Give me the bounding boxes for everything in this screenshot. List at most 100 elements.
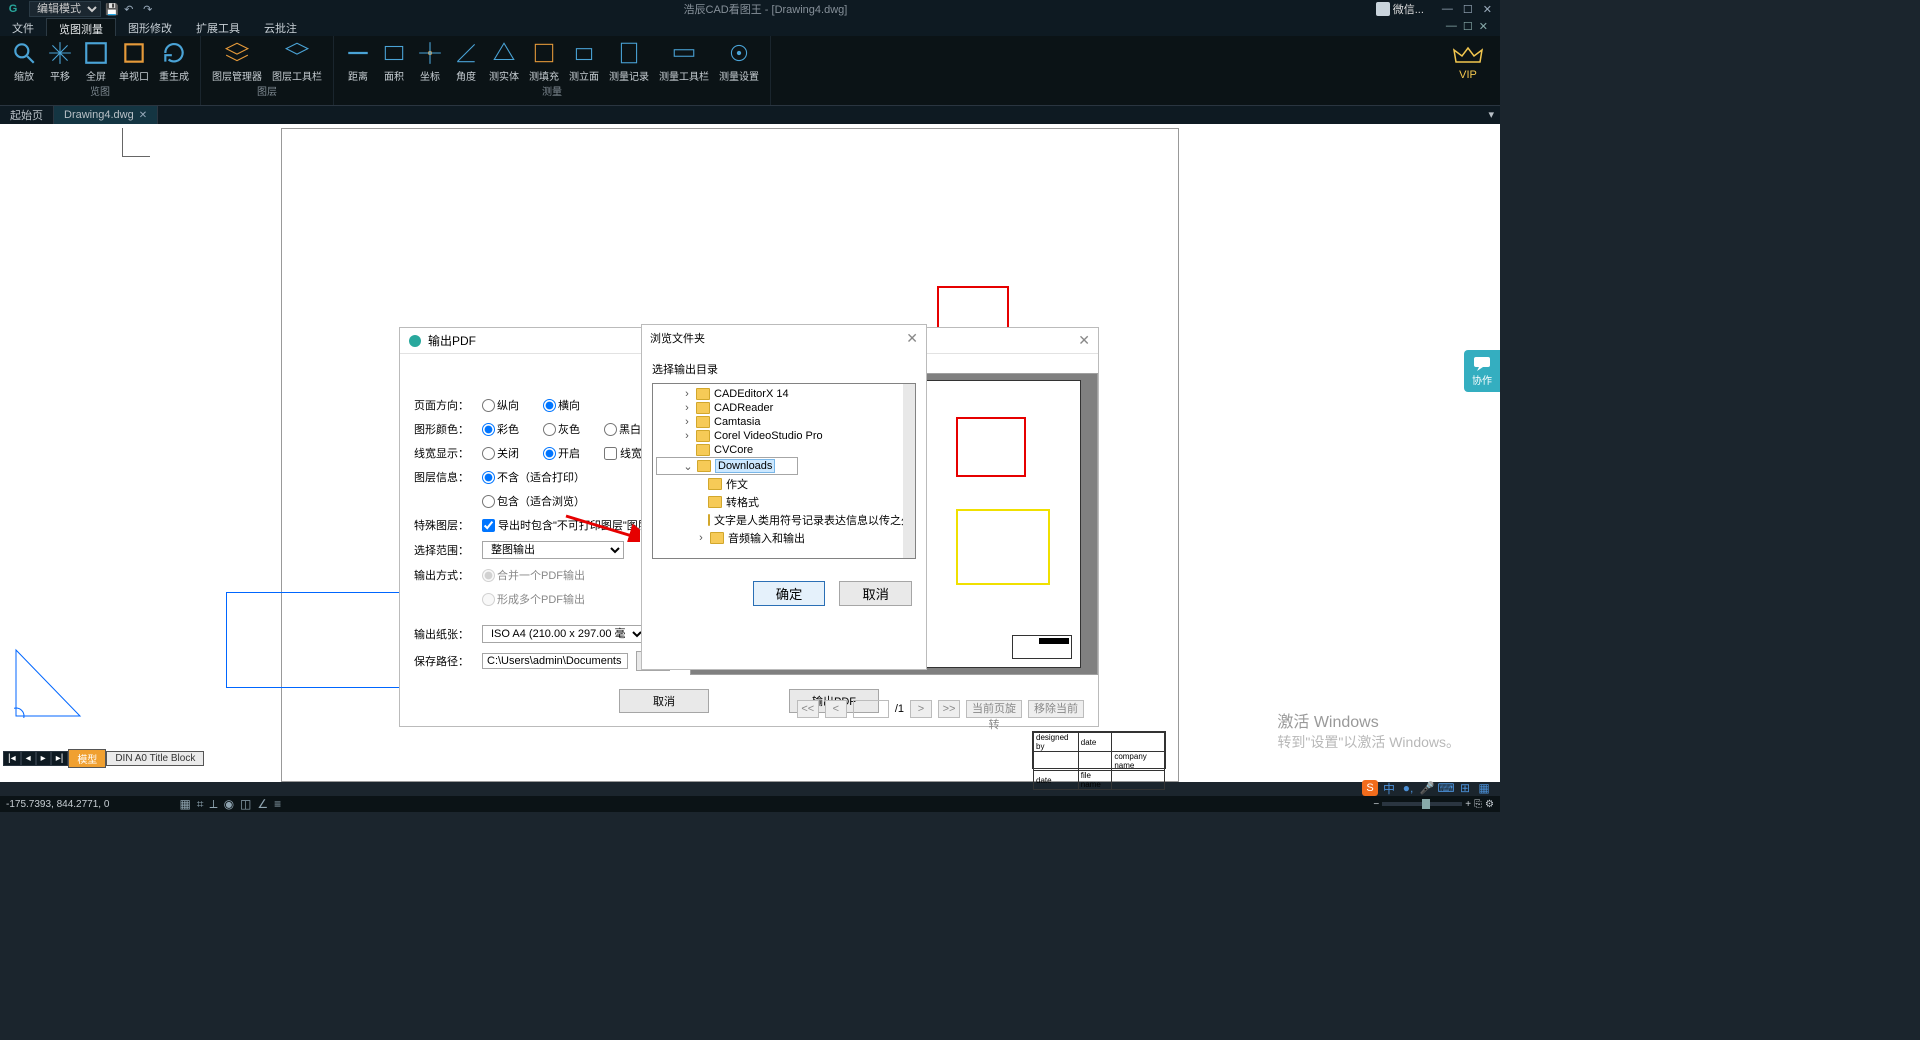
snap-icon[interactable]: ⌗: [197, 797, 204, 812]
tree-item-selected[interactable]: ⌄Downloads: [656, 457, 798, 475]
measure-toolbar-button[interactable]: 测量工具栏: [654, 40, 714, 83]
lw-icon[interactable]: ≡: [274, 797, 281, 812]
ortho-icon[interactable]: ⟂: [210, 797, 218, 812]
range-select[interactable]: 整图输出: [482, 541, 624, 559]
tab-start[interactable]: 起始页: [0, 106, 54, 124]
ime-keyboard-icon[interactable]: ⌨: [1438, 780, 1454, 796]
radio-color[interactable]: 彩色: [482, 421, 519, 437]
tree-item[interactable]: ›CADReader: [656, 401, 912, 415]
radio-layer-exclude[interactable]: 不含（适合打印）: [482, 469, 585, 485]
tab-close-icon[interactable]: ✕: [139, 110, 147, 121]
model-tab[interactable]: 模型: [68, 749, 106, 768]
remove-button[interactable]: 移除当前: [1028, 700, 1084, 718]
zoom-slider[interactable]: [1382, 802, 1462, 806]
grid-icon[interactable]: ▦: [179, 797, 190, 812]
browse-titlebar[interactable]: 浏览文件夹 ✕: [642, 325, 926, 351]
ime-chinese[interactable]: 中: [1381, 780, 1397, 796]
measure-settings-button[interactable]: 测量设置: [714, 40, 764, 83]
last-layout-icon[interactable]: ▸|: [51, 751, 69, 766]
tree-item[interactable]: CVCore: [656, 443, 912, 457]
menu-view[interactable]: 览图测量: [46, 18, 116, 36]
osnap-icon[interactable]: ◫: [240, 797, 251, 812]
radio-layer-include[interactable]: 包含（适合浏览）: [482, 493, 585, 509]
undo-icon[interactable]: ↶: [124, 3, 136, 15]
menu-cloud[interactable]: 云批注: [252, 18, 309, 36]
browse-cancel-button[interactable]: 取消: [839, 581, 912, 606]
save-icon[interactable]: 💾: [105, 3, 117, 15]
tree-item[interactable]: ›Corel VideoStudio Pro: [656, 429, 912, 443]
mode-select[interactable]: 编辑模式: [29, 1, 101, 17]
ime-menu-icon[interactable]: ⊞: [1457, 780, 1473, 796]
last-page-button[interactable]: >>: [938, 700, 960, 718]
layout-tab[interactable]: DIN A0 Title Block: [106, 751, 204, 766]
tree-item[interactable]: ›Camtasia: [656, 415, 912, 429]
next-page-button[interactable]: >: [910, 700, 932, 718]
regen-button[interactable]: 重生成: [154, 40, 194, 83]
mdi-close-icon[interactable]: ✕: [1479, 20, 1488, 34]
menu-edit[interactable]: 图形修改: [116, 18, 184, 36]
radio-landscape[interactable]: 横向: [543, 397, 580, 413]
radio-merge[interactable]: 合并一个PDF输出: [482, 567, 585, 583]
prev-page-button[interactable]: <: [825, 700, 847, 718]
drawing-canvas[interactable]: designed bydate company name datefile na…: [0, 124, 1500, 782]
mdi-max-icon[interactable]: ☐: [1463, 20, 1473, 34]
tree-item[interactable]: ›音频输入和输出: [656, 529, 912, 547]
radio-lw-off[interactable]: 关闭: [482, 445, 519, 461]
menu-ext[interactable]: 扩展工具: [184, 18, 252, 36]
collab-floater[interactable]: 协作: [1464, 350, 1500, 392]
angle-button[interactable]: 角度: [448, 40, 484, 83]
vip-badge[interactable]: VIP: [1436, 36, 1500, 105]
distance-button[interactable]: 距离: [340, 40, 376, 83]
layer-toolbar-button[interactable]: 图层工具栏: [267, 40, 327, 83]
measure-entity-button[interactable]: 测实体: [484, 40, 524, 83]
measure-elev-button[interactable]: 测立面: [564, 40, 604, 83]
viewport-button[interactable]: 单视口: [114, 40, 154, 83]
fullscreen-button[interactable]: 全屏: [78, 40, 114, 83]
cancel-button[interactable]: 取消: [619, 689, 709, 713]
folder-tree[interactable]: ›CADEditorX 14 ›CADReader ›Camtasia ›Cor…: [652, 383, 916, 559]
tree-item[interactable]: ›CADEditorX 14: [656, 387, 912, 401]
measure-hatch-button[interactable]: 测填充: [524, 40, 564, 83]
zoom-out-icon[interactable]: −: [1373, 799, 1379, 810]
ime-punct[interactable]: ●,: [1400, 780, 1416, 796]
first-layout-icon[interactable]: |◂: [3, 751, 21, 766]
dialog-close-icon[interactable]: ✕: [1078, 332, 1090, 349]
check-special-layer[interactable]: 导出时包含"不可打印图层"图层: [482, 517, 649, 533]
tree-item[interactable]: 转格式: [656, 493, 912, 511]
page-input[interactable]: [853, 700, 889, 718]
radio-split[interactable]: 形成多个PDF输出: [482, 591, 585, 607]
annotation-scale-icon[interactable]: ⎘: [1474, 799, 1482, 810]
sogou-icon[interactable]: S: [1362, 780, 1378, 796]
radio-gray[interactable]: 灰色: [543, 421, 580, 437]
ime-grid-icon[interactable]: ▦: [1476, 780, 1492, 796]
path-input[interactable]: [482, 653, 628, 669]
tab-drawing[interactable]: Drawing4.dwg✕: [54, 106, 158, 124]
tree-item[interactable]: 作文: [656, 475, 912, 493]
redo-icon[interactable]: ↷: [143, 3, 155, 15]
pan-button[interactable]: 平移: [42, 40, 78, 83]
coord-button[interactable]: 坐标: [412, 40, 448, 83]
rotate-button[interactable]: 当前页旋转: [966, 700, 1022, 718]
maximize-icon[interactable]: ☐: [1463, 3, 1473, 16]
radio-portrait[interactable]: 纵向: [482, 397, 519, 413]
next-layout-icon[interactable]: ▸: [36, 751, 51, 766]
close-icon[interactable]: ✕: [1483, 3, 1492, 16]
menu-file[interactable]: 文件: [0, 18, 46, 36]
zoom-button[interactable]: 缩放: [6, 40, 42, 83]
browse-close-icon[interactable]: ✕: [906, 330, 918, 347]
measure-log-button[interactable]: 测量记录: [604, 40, 654, 83]
radio-bw[interactable]: 黑白: [604, 421, 641, 437]
polar-icon[interactable]: ◉: [224, 797, 234, 812]
tree-item[interactable]: 文字是人类用符号记录表达信息以传之久远: [656, 511, 912, 529]
wechat-button[interactable]: 微信...: [1376, 1, 1424, 17]
area-button[interactable]: 面积: [376, 40, 412, 83]
paper-select[interactable]: ISO A4 (210.00 x 297.00 毫米): [482, 625, 646, 643]
mdi-min-icon[interactable]: —: [1446, 20, 1457, 34]
ok-button[interactable]: 确定: [753, 581, 826, 606]
ime-mic-icon[interactable]: 🎤: [1419, 780, 1435, 796]
layer-manager-button[interactable]: 图层管理器: [207, 40, 267, 83]
tabs-overflow-icon[interactable]: ▾: [1482, 106, 1500, 124]
otrack-icon[interactable]: ∠: [257, 797, 268, 812]
first-page-button[interactable]: <<: [797, 700, 819, 718]
prev-layout-icon[interactable]: ◂: [21, 751, 36, 766]
